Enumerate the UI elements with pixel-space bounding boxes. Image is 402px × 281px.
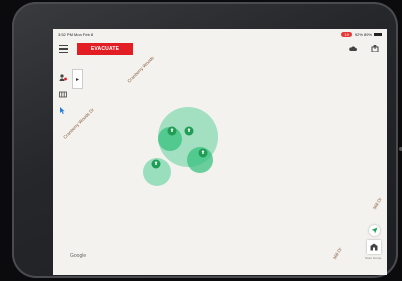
share-icon[interactable] — [371, 45, 379, 52]
cursor-icon[interactable] — [59, 107, 67, 114]
locate-button[interactable] — [369, 225, 380, 236]
marker-pin-icon[interactable] — [151, 159, 161, 169]
marker-pin-icon[interactable] — [184, 126, 194, 136]
people-icon[interactable] — [59, 74, 67, 81]
tablet-frame: 3:52 PM Mon Feb 8 19 92% 89% Cranberry W… — [12, 2, 402, 278]
locate-icon — [371, 227, 378, 234]
evacuate-label: EVACUATE — [90, 46, 120, 52]
evacuate-button[interactable]: EVACUATE — [77, 43, 133, 55]
map-canvas[interactable] — [53, 29, 387, 275]
chevron-right-icon: ▸ — [75, 76, 79, 83]
cloud-icon[interactable] — [349, 45, 357, 52]
grid-icon[interactable] — [59, 91, 67, 98]
store-button[interactable] — [367, 240, 381, 254]
marker-pin-icon[interactable] — [198, 148, 208, 158]
marker-pin-icon[interactable] — [167, 126, 177, 136]
panel-toggle-button[interactable]: ▸ — [72, 69, 83, 89]
store-caption: Store Group — [365, 256, 382, 260]
store-icon — [370, 243, 378, 251]
map-attribution: Google — [70, 253, 87, 259]
menu-icon[interactable] — [59, 45, 68, 54]
app-screen: 3:52 PM Mon Feb 8 19 92% 89% Cranberry W… — [53, 29, 387, 275]
